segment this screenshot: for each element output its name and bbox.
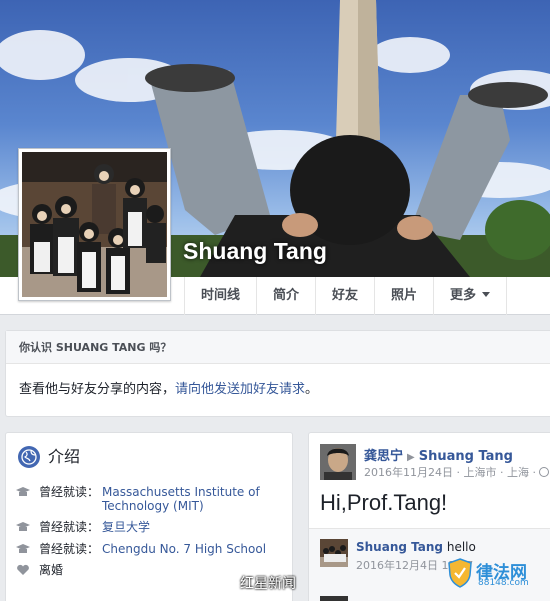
friend-prompt-end: 。 xyxy=(305,382,319,397)
intro-row-label: 曾经就读： xyxy=(39,542,100,556)
profile-picture-art xyxy=(22,152,167,297)
school-link[interactable]: 复旦大学 xyxy=(102,520,282,534)
tab-more[interactable]: 更多 xyxy=(434,277,507,315)
post-author-avatar[interactable] xyxy=(320,444,356,480)
post-header: 龚思宁 ▶ Shuang Tang xyxy=(364,445,513,464)
post-author-link[interactable]: 龚思宁 xyxy=(364,449,403,464)
comment-author-link[interactable]: Shuang Tang xyxy=(356,540,443,554)
heart-icon xyxy=(17,564,29,575)
intro-row-education: 曾经就读： Massachusetts Institute of Technol… xyxy=(16,485,286,515)
school-link[interactable]: Massachusetts Institute of Technology (M… xyxy=(102,485,282,513)
caret-right-icon: ▶ xyxy=(407,452,415,463)
globe-icon xyxy=(18,445,40,468)
intro-title: 介绍 xyxy=(48,446,81,466)
graduation-cap-icon xyxy=(16,487,30,496)
site-logo-watermark: 律法网 88148.com xyxy=(448,556,548,590)
next-post-avatar[interactable] xyxy=(320,596,348,601)
tab-timeline[interactable]: 时间线 xyxy=(184,277,257,315)
comment-text: hello xyxy=(446,540,476,554)
chevron-down-icon xyxy=(482,292,490,297)
tab-friends[interactable]: 好友 xyxy=(316,277,375,315)
intro-row-education: 曾经就读： Chengdu No. 7 High School xyxy=(16,542,286,556)
profile-picture[interactable] xyxy=(18,148,171,301)
send-friend-request-link[interactable]: 请向他发送加好友请求 xyxy=(175,382,305,397)
profile-name[interactable]: Shuang Tang xyxy=(183,238,327,265)
post-timestamp[interactable]: 2016年11月24日 · 上海市 · 上海 · xyxy=(364,466,536,479)
globe-icon-art xyxy=(21,448,37,465)
graduation-cap-icon xyxy=(16,544,30,553)
tab-about[interactable]: 简介 xyxy=(257,277,316,315)
shield-icon xyxy=(448,558,472,588)
tab-more-label: 更多 xyxy=(449,288,476,303)
friend-prompt-heading: 你认识 SHUANG TANG 吗？ xyxy=(6,331,550,364)
tab-photos[interactable]: 照片 xyxy=(375,277,434,315)
post-author-avatar-art xyxy=(320,444,356,480)
relationship-status: 离婚 xyxy=(39,563,64,577)
intro-heading: 介绍 xyxy=(18,444,80,468)
comment-author-avatar[interactable] xyxy=(320,539,348,567)
graduation-cap-icon xyxy=(16,522,30,531)
intro-row-label: 曾经就读： xyxy=(39,520,100,534)
school-link[interactable]: Chengdu No. 7 High School xyxy=(102,542,282,556)
globe-icon xyxy=(539,467,550,477)
friend-prompt-text: 查看他与好友分享的内容， xyxy=(19,382,176,397)
friend-prompt-card: 你认识 SHUANG TANG 吗？ 查看他与好友分享的内容，请向他发送加好友请… xyxy=(5,330,550,417)
friend-prompt-body: 查看他与好友分享的内容，请向他发送加好友请求。 xyxy=(6,364,550,397)
post-meta: 2016年11月24日 · 上海市 · 上海 · xyxy=(364,464,550,480)
post-text: Hi,Prof.Tang! xyxy=(320,490,448,515)
comment-author-avatar-art xyxy=(320,539,348,567)
intro-row-education: 曾经就读： 复旦大学 xyxy=(16,520,286,534)
post-target-link[interactable]: Shuang Tang xyxy=(419,449,513,464)
intro-row-label: 曾经就读： xyxy=(39,485,100,499)
logo-domain: 88148.com xyxy=(478,578,529,588)
comment: Shuang Tang hello xyxy=(356,540,476,554)
source-watermark: 红星新闻 xyxy=(240,576,296,592)
